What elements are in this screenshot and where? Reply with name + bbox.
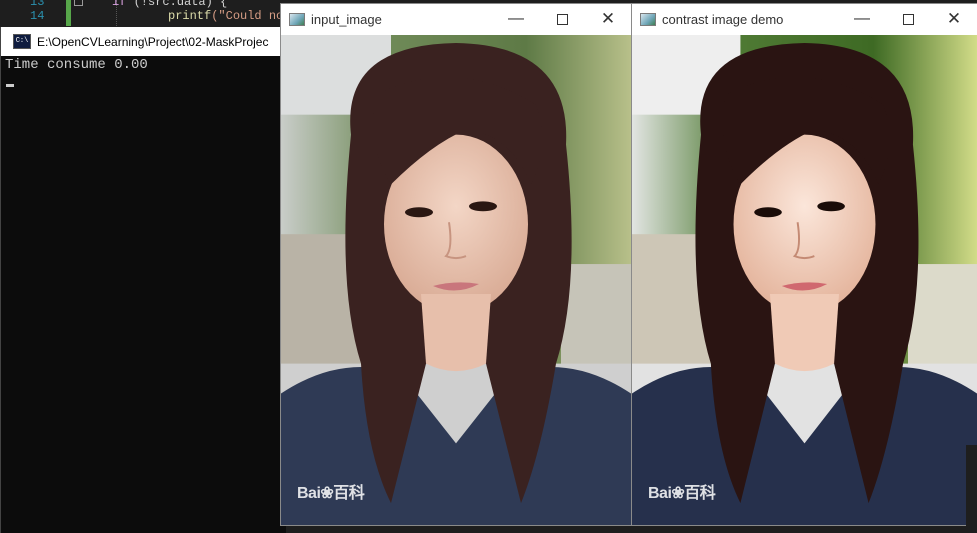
portrait-image: Bai❀百科: [281, 35, 631, 525]
portrait-image-contrast: Bai❀百科: [632, 35, 977, 525]
console-output: Time consume 0.00: [5, 57, 148, 73]
portrait-illustration: [632, 35, 977, 525]
console-window[interactable]: C:\ E:\OpenCVLearning\Project\02-MaskPro…: [0, 27, 286, 533]
change-indicator: [66, 0, 71, 26]
input-image-window[interactable]: input_image — ✕ Bai❀百科: [280, 3, 632, 526]
maximize-button[interactable]: [539, 4, 585, 34]
editor-gutter: 13 14: [0, 0, 68, 26]
baidu-watermark: Bai❀百科: [297, 485, 365, 502]
fold-toggle-icon[interactable]: −: [74, 0, 83, 6]
baidu-watermark: Bai❀百科: [648, 485, 716, 502]
code-editor[interactable]: 13 14 − if (!src.data) { printf("Could n…: [0, 0, 285, 26]
window-title: input_image: [311, 11, 382, 27]
line-number: 13: [30, 0, 45, 9]
window-titlebar[interactable]: contrast image demo — ✕: [632, 4, 977, 34]
code-keyword: if: [112, 0, 127, 9]
code-function: printf: [168, 9, 212, 23]
background-editor-strip: [966, 445, 977, 533]
minimize-button[interactable]: —: [839, 4, 885, 34]
window-titlebar[interactable]: input_image — ✕: [281, 4, 631, 34]
console-app-icon: C:\: [13, 34, 31, 49]
console-cursor: [6, 84, 14, 87]
portrait-illustration: [281, 35, 631, 525]
code-line[interactable]: printf("Could no: [168, 9, 283, 23]
console-titlebar[interactable]: C:\ E:\OpenCVLearning\Project\02-MaskPro…: [1, 27, 286, 56]
window-title: contrast image demo: [662, 11, 784, 27]
code-line[interactable]: if (!src.data) {: [112, 0, 227, 9]
maximize-icon: [556, 13, 568, 25]
code-text: (!src.data) {: [126, 0, 228, 9]
code-string: ("Could no: [211, 9, 284, 23]
line-number: 14: [30, 9, 45, 23]
close-button[interactable]: ✕: [931, 4, 977, 34]
image-window-icon: [640, 12, 656, 26]
maximize-button[interactable]: [885, 4, 931, 34]
minimize-button[interactable]: —: [493, 4, 539, 34]
console-title: E:\OpenCVLearning\Project\02-MaskProjec: [37, 34, 269, 49]
contrast-image-window[interactable]: contrast image demo — ✕ Bai❀百科: [631, 3, 977, 526]
maximize-icon: [902, 13, 914, 25]
close-button[interactable]: ✕: [585, 4, 631, 34]
image-window-icon: [289, 12, 305, 26]
